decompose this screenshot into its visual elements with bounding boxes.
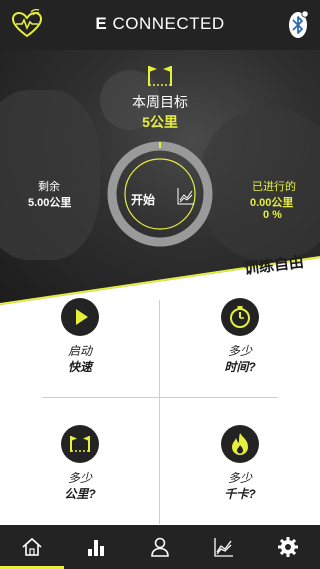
play-icon xyxy=(76,309,88,325)
time-goal-tile[interactable]: 多少 时间? xyxy=(185,298,295,393)
flame-icon xyxy=(232,433,248,455)
progress-percent: 0 % xyxy=(263,209,282,221)
line-chart-icon xyxy=(214,538,233,557)
remaining-label: 剩余 xyxy=(38,181,60,193)
bluetooth-icon[interactable] xyxy=(287,10,309,40)
app-title: E CONNECTED xyxy=(95,14,225,33)
goal-flags-icon xyxy=(148,66,172,86)
progress-label: 已进行的 xyxy=(252,181,296,193)
quick-start-tile[interactable]: 启动 快速 xyxy=(25,298,135,393)
tile-line2: 快速 xyxy=(67,360,92,374)
tile-line2: 千卡? xyxy=(224,487,256,501)
bar-chart-icon xyxy=(88,540,104,556)
remaining-value: 5.00公里 xyxy=(28,197,72,209)
tile-line1: 多少 xyxy=(227,344,252,358)
bottom-nav xyxy=(0,525,320,569)
grid-divider-vertical xyxy=(159,300,160,524)
distance-goal-tile[interactable]: 多少 公里? xyxy=(25,425,135,520)
tile-line1: 多少 xyxy=(67,471,92,485)
nav-settings[interactable] xyxy=(256,525,320,569)
user-icon xyxy=(151,537,169,557)
nav-history[interactable] xyxy=(192,525,256,569)
stopwatch-icon xyxy=(230,306,250,328)
flags-icon xyxy=(70,436,90,452)
gear-icon xyxy=(278,537,298,557)
nav-profile[interactable] xyxy=(128,525,192,569)
progress-value: 0.00公里 xyxy=(250,197,294,209)
app-header: E CONNECTED xyxy=(0,0,320,50)
weekly-goal-value: 5公里 xyxy=(142,114,178,130)
weekly-goal-label: 本周目标 xyxy=(132,94,188,110)
tile-line2: 公里? xyxy=(64,487,96,501)
chart-line-icon xyxy=(177,188,194,205)
tile-line1: 多少 xyxy=(227,471,252,485)
home-icon xyxy=(22,537,42,556)
grid-divider-horizontal xyxy=(42,397,278,398)
nav-home[interactable] xyxy=(0,525,64,569)
tile-line1: 启动 xyxy=(67,344,92,358)
start-label: 开始 xyxy=(131,193,156,207)
nav-stats[interactable] xyxy=(64,525,128,569)
calorie-goal-tile[interactable]: 多少 千卡? xyxy=(185,425,295,520)
tile-line2: 时间? xyxy=(224,360,256,374)
